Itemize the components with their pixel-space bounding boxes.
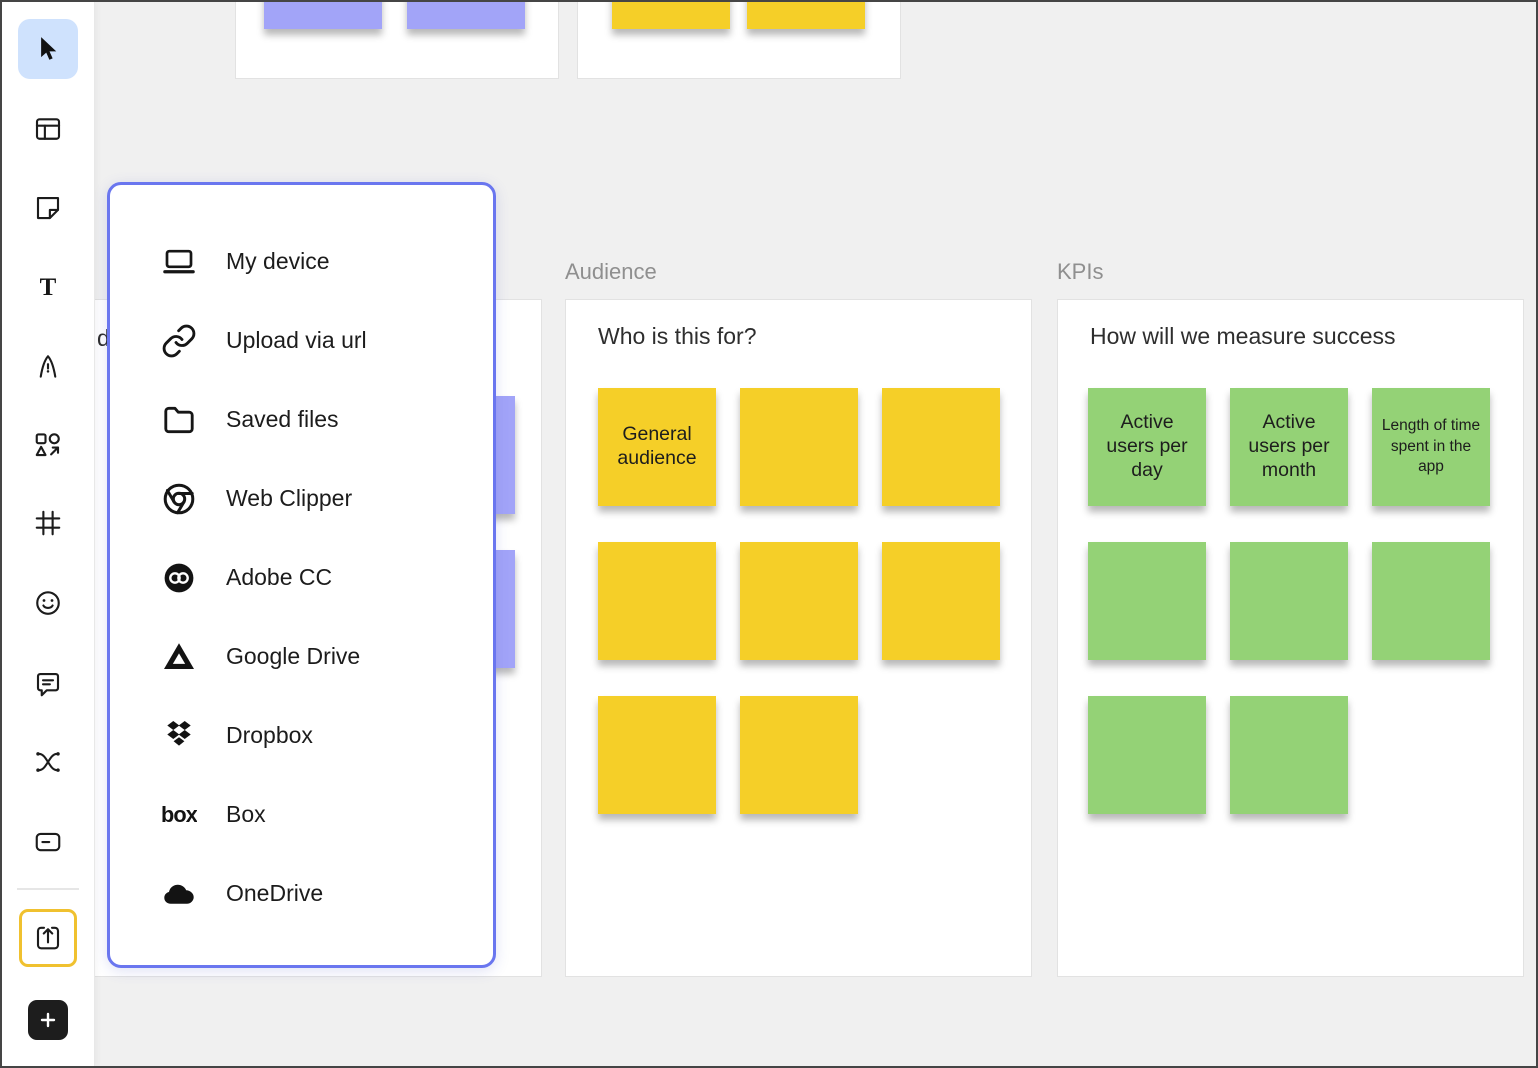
svg-text:T: T bbox=[40, 274, 57, 301]
templates-icon bbox=[33, 114, 63, 144]
card-icon bbox=[33, 827, 63, 857]
sticky-note[interactable] bbox=[1372, 542, 1490, 660]
tool-select[interactable] bbox=[18, 19, 78, 79]
tool-shapes[interactable] bbox=[18, 415, 78, 475]
sticky-note[interactable]: Length of time spent in the app bbox=[1372, 388, 1490, 506]
shapes-icon bbox=[33, 430, 63, 460]
sticky-note[interactable]: Active users per day bbox=[1088, 388, 1206, 506]
sticky-note[interactable] bbox=[1088, 542, 1206, 660]
sticky-note[interactable] bbox=[598, 696, 716, 814]
audience-heading[interactable]: Who is this for? bbox=[598, 323, 757, 350]
upload-menu-item-box[interactable]: box Box bbox=[160, 775, 493, 854]
kpis-frame[interactable]: How will we measure success Active users… bbox=[1057, 299, 1524, 977]
upload-menu-item-my-device[interactable]: My device bbox=[160, 222, 493, 301]
adobe-cc-icon bbox=[160, 559, 198, 597]
sticky-note[interactable] bbox=[882, 542, 1000, 660]
sticky-note[interactable] bbox=[740, 696, 858, 814]
sticky-note[interactable] bbox=[612, 0, 730, 29]
upload-menu-item-web-clipper[interactable]: Web Clipper bbox=[160, 459, 493, 538]
frame-icon bbox=[33, 508, 63, 538]
upload-menu-item-adobe-cc[interactable]: Adobe CC bbox=[160, 538, 493, 617]
sticky-note[interactable] bbox=[747, 0, 865, 29]
tool-sticky-note[interactable] bbox=[18, 178, 78, 238]
google-drive-icon bbox=[160, 638, 198, 676]
dropbox-icon bbox=[160, 717, 198, 755]
sticky-note-icon bbox=[33, 193, 63, 223]
tool-upload[interactable] bbox=[19, 909, 77, 967]
tool-frame[interactable] bbox=[18, 493, 78, 553]
upload-menu-item-saved-files[interactable]: Saved files bbox=[160, 380, 493, 459]
tool-connector[interactable] bbox=[18, 732, 78, 792]
chrome-icon bbox=[160, 480, 198, 518]
tool-text[interactable]: T bbox=[18, 257, 78, 317]
toolbar-divider bbox=[17, 888, 79, 890]
sticky-note[interactable] bbox=[407, 0, 525, 29]
tool-pen[interactable] bbox=[18, 336, 78, 396]
upload-menu: My device Upload via url Saved files Web… bbox=[107, 182, 496, 968]
box-icon: box bbox=[160, 796, 198, 834]
tool-card[interactable] bbox=[18, 812, 78, 872]
connector-icon bbox=[33, 747, 63, 777]
menu-item-label: Web Clipper bbox=[226, 485, 352, 512]
tool-templates[interactable] bbox=[18, 99, 78, 159]
plus-icon bbox=[36, 1008, 60, 1032]
sticky-note[interactable] bbox=[1230, 696, 1348, 814]
cursor-icon bbox=[33, 34, 63, 64]
frame-title-kpis[interactable]: KPIs bbox=[1057, 259, 1103, 285]
sticky-note[interactable]: General audience bbox=[598, 388, 716, 506]
upload-menu-item-google-drive[interactable]: Google Drive bbox=[160, 617, 493, 696]
upload-menu-item-dropbox[interactable]: Dropbox bbox=[160, 696, 493, 775]
sticky-note[interactable]: Active users per month bbox=[1230, 388, 1348, 506]
upload-menu-item-onedrive[interactable]: OneDrive bbox=[160, 854, 493, 933]
laptop-icon bbox=[160, 243, 198, 281]
pen-icon bbox=[33, 351, 63, 381]
menu-item-label: Upload via url bbox=[226, 327, 367, 354]
toolbar: T bbox=[2, 2, 95, 1066]
menu-item-label: Adobe CC bbox=[226, 564, 332, 591]
sticky-note[interactable] bbox=[740, 542, 858, 660]
sticky-note[interactable] bbox=[264, 0, 382, 29]
tool-comment[interactable] bbox=[18, 654, 78, 714]
menu-item-label: Google Drive bbox=[226, 643, 360, 670]
menu-item-label: Dropbox bbox=[226, 722, 313, 749]
emoji-icon bbox=[33, 588, 63, 618]
kpis-notes: Active users per day Active users per mo… bbox=[1088, 388, 1490, 814]
text-icon: T bbox=[33, 272, 63, 302]
frame-title-audience[interactable]: Audience bbox=[565, 259, 657, 285]
sticky-note[interactable] bbox=[1230, 542, 1348, 660]
menu-item-label: OneDrive bbox=[226, 880, 323, 907]
sticky-note[interactable] bbox=[740, 388, 858, 506]
link-icon bbox=[160, 322, 198, 360]
upload-menu-item-upload-via-url[interactable]: Upload via url bbox=[160, 301, 493, 380]
comment-icon bbox=[33, 669, 63, 699]
onedrive-icon bbox=[160, 875, 198, 913]
sticky-note[interactable] bbox=[598, 542, 716, 660]
sticky-note[interactable] bbox=[882, 388, 1000, 506]
menu-item-label: Box bbox=[226, 801, 266, 828]
menu-item-label: Saved files bbox=[226, 406, 339, 433]
svg-text:box: box bbox=[161, 802, 197, 827]
menu-item-label: My device bbox=[226, 248, 330, 275]
whiteboard-app: d Audience Who is this for? General audi… bbox=[0, 0, 1538, 1068]
kpis-heading[interactable]: How will we measure success bbox=[1090, 323, 1395, 350]
folder-icon bbox=[160, 401, 198, 439]
upload-icon bbox=[33, 923, 63, 953]
audience-frame[interactable]: Who is this for? General audience bbox=[565, 299, 1032, 977]
sticky-note[interactable] bbox=[1088, 696, 1206, 814]
tool-stickers-emoji[interactable] bbox=[18, 573, 78, 633]
tool-more[interactable] bbox=[28, 1000, 68, 1040]
audience-notes: General audience bbox=[598, 388, 1000, 814]
